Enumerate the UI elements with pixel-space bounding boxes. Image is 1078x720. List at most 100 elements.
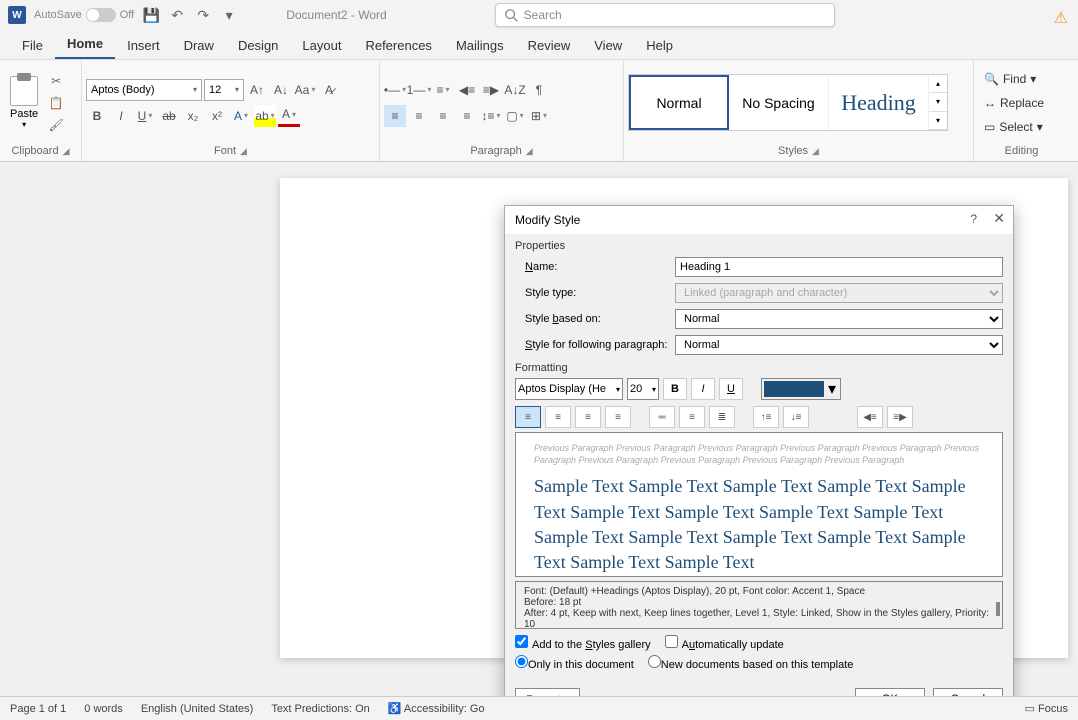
autosave-toggle[interactable]: AutoSave Off [34, 8, 134, 22]
style-no-spacing[interactable]: No Spacing [729, 75, 829, 130]
align-center-icon[interactable]: ≡ [408, 105, 430, 127]
tab-help[interactable]: Help [634, 32, 685, 59]
font-name-combo[interactable]: Aptos (Body)▾ [86, 79, 202, 101]
clear-formatting-icon[interactable]: A̷ [318, 79, 340, 101]
redo-icon[interactable]: ↷ [194, 6, 212, 24]
align-right-icon[interactable]: ≡ [432, 105, 454, 127]
styles-scroll[interactable]: ▴▾▾ [929, 75, 947, 130]
page-status[interactable]: Page 1 of 1 [10, 703, 66, 715]
name-input[interactable] [675, 257, 1003, 277]
bullets-icon[interactable]: •― [384, 79, 406, 101]
auto-update-checkbox[interactable]: Automatically update [665, 635, 784, 651]
underline-button[interactable]: U [134, 105, 156, 127]
focus-mode[interactable]: ▭ Focus [1025, 702, 1068, 715]
fmt-font-combo[interactable]: Aptos Display (He▾ [515, 378, 623, 400]
replace-button[interactable]: ↔Replace [984, 92, 1044, 114]
warning-icon[interactable]: ⚠ [1054, 8, 1068, 28]
para-single-space-icon[interactable]: ═ [649, 406, 675, 428]
based-on-select[interactable]: Normal [675, 309, 1003, 329]
tab-view[interactable]: View [582, 32, 634, 59]
tab-draw[interactable]: Draw [172, 32, 226, 59]
accessibility-status[interactable]: ♿ Accessibility: Go [388, 702, 485, 715]
tab-mailings[interactable]: Mailings [444, 32, 516, 59]
dialog-titlebar[interactable]: Modify Style ? ✕ [505, 206, 1013, 234]
tab-layout[interactable]: Layout [290, 32, 353, 59]
para-indent-right-icon[interactable]: ≡▶ [887, 406, 913, 428]
cut-icon[interactable]: ✂ [46, 71, 66, 91]
para-align-center-icon[interactable]: ≡ [545, 406, 571, 428]
show-marks-icon[interactable]: ¶ [528, 79, 550, 101]
search-input[interactable]: Search [495, 3, 835, 27]
fmt-bold-button[interactable]: B [663, 378, 687, 400]
para-15-space-icon[interactable]: ≡ [679, 406, 705, 428]
tab-review[interactable]: Review [516, 32, 583, 59]
fmt-italic-button[interactable]: I [691, 378, 715, 400]
numbering-icon[interactable]: 1― [408, 79, 430, 101]
format-painter-icon[interactable]: 🖌 [46, 115, 66, 135]
tab-file[interactable]: File [10, 32, 55, 59]
multilevel-icon[interactable]: ≡ [432, 79, 454, 101]
borders-icon[interactable]: ⊞ [528, 105, 550, 127]
clipboard-launcher-icon[interactable]: ◢ [63, 146, 70, 157]
language-status[interactable]: English (United States) [141, 703, 254, 715]
select-button[interactable]: ▭Select ▾ [984, 116, 1044, 138]
following-select[interactable]: Normal [675, 335, 1003, 355]
font-launcher-icon[interactable]: ◢ [240, 146, 247, 157]
style-normal[interactable]: Normal [629, 75, 729, 130]
italic-button[interactable]: I [110, 105, 132, 127]
increase-indent-icon[interactable]: ≡▶ [480, 79, 502, 101]
copy-icon[interactable]: 📋 [46, 93, 66, 113]
only-doc-radio[interactable]: Only in this document [515, 655, 634, 671]
predictions-status[interactable]: Text Predictions: On [271, 703, 369, 715]
undo-icon[interactable]: ↶ [168, 6, 186, 24]
toggle-icon[interactable] [86, 8, 116, 22]
para-align-left-icon[interactable]: ≡ [515, 406, 541, 428]
fmt-color-picker[interactable]: ▾ [761, 378, 841, 400]
para-space-after-icon[interactable]: ↓≡ [783, 406, 809, 428]
style-heading1[interactable]: Heading [829, 75, 929, 130]
close-icon[interactable]: ✕ [993, 210, 1005, 227]
save-icon[interactable]: 💾 [142, 6, 160, 24]
qat-more-icon[interactable]: ▾ [220, 6, 238, 24]
font-color-icon[interactable]: A [278, 105, 300, 127]
shrink-font-icon[interactable]: A↓ [270, 79, 292, 101]
strikethrough-button[interactable]: ab [158, 105, 180, 127]
new-docs-radio[interactable]: New documents based on this template [648, 655, 854, 671]
para-justify-icon[interactable]: ≡ [605, 406, 631, 428]
text-effects-icon[interactable]: A [230, 105, 252, 127]
help-icon[interactable]: ? [970, 212, 977, 226]
paste-button[interactable]: Paste ▾ [4, 74, 44, 131]
desc-scrollbar[interactable] [996, 602, 1000, 616]
para-space-before-icon[interactable]: ↑≡ [753, 406, 779, 428]
font-size-combo[interactable]: 12▾ [204, 79, 244, 101]
tab-insert[interactable]: Insert [115, 32, 172, 59]
tab-references[interactable]: References [353, 32, 443, 59]
para-indent-left-icon[interactable]: ◀≡ [857, 406, 883, 428]
superscript-button[interactable]: x² [206, 105, 228, 127]
fmt-underline-button[interactable]: U [719, 378, 743, 400]
decrease-indent-icon[interactable]: ◀≡ [456, 79, 478, 101]
fmt-size-combo[interactable]: 20▾ [627, 378, 659, 400]
tab-design[interactable]: Design [226, 32, 290, 59]
title-bar: W AutoSave Off 💾 ↶ ↷ ▾ Document2 - Word … [0, 0, 1078, 30]
line-spacing-icon[interactable]: ↕≡ [480, 105, 502, 127]
preview-sample-text: Sample Text Sample Text Sample Text Samp… [534, 474, 984, 575]
subscript-button[interactable]: x₂ [182, 105, 204, 127]
paragraph-launcher-icon[interactable]: ◢ [526, 146, 533, 157]
highlight-icon[interactable]: ab [254, 105, 276, 127]
justify-icon[interactable]: ≡ [456, 105, 478, 127]
styles-launcher-icon[interactable]: ◢ [812, 146, 819, 157]
change-case-icon[interactable]: Aa [294, 79, 316, 101]
find-button[interactable]: 🔍Find ▾ [984, 68, 1044, 90]
add-gallery-checkbox[interactable]: Add to the Styles gallery [515, 635, 651, 651]
word-count[interactable]: 0 words [84, 703, 123, 715]
align-left-icon[interactable]: ≡ [384, 105, 406, 127]
para-align-right-icon[interactable]: ≡ [575, 406, 601, 428]
formatting-header: Formatting [515, 362, 1003, 374]
shading-icon[interactable]: ▢ [504, 105, 526, 127]
tab-home[interactable]: Home [55, 30, 115, 59]
para-double-space-icon[interactable]: ≣ [709, 406, 735, 428]
bold-button[interactable]: B [86, 105, 108, 127]
sort-icon[interactable]: A↓Z [504, 79, 526, 101]
grow-font-icon[interactable]: A↑ [246, 79, 268, 101]
